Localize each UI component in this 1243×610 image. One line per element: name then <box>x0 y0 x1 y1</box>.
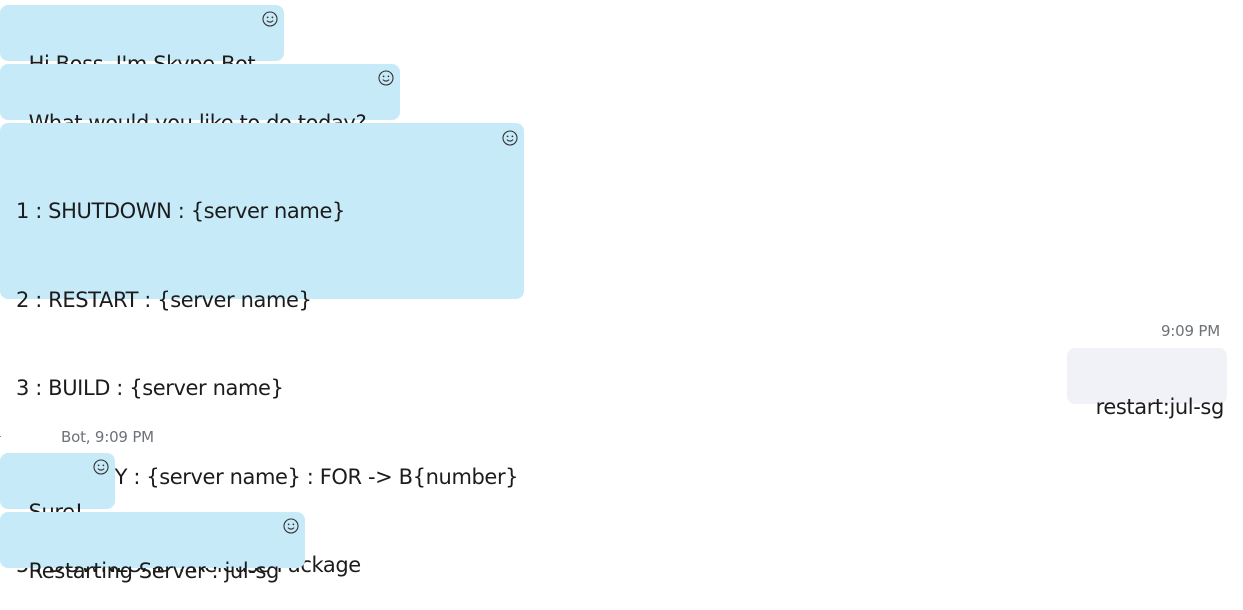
message-bubble-bot[interactable]: Hi Boss. I'm Skype Bot <box>0 5 284 76</box>
message-text: restart:jul-sg <box>1095 394 1225 419</box>
message-bubble-self[interactable]: restart:jul-sg <box>1067 348 1227 419</box>
menu-option-shutdown: 1 : SHUTDOWN : {server name} <box>16 199 345 223</box>
message-bubble-bot[interactable]: What would you like to do today? <box>0 64 400 135</box>
reaction-smiley-icon[interactable] <box>283 518 299 534</box>
sender-header: Bot, 9:09 PM <box>61 428 154 446</box>
message-bubble-menu[interactable]: 1 : SHUTDOWN : {server name} 2 : RESTART… <box>0 123 524 577</box>
message-bubble-bot[interactable]: Restarting Server : jul-sg <box>0 512 305 583</box>
reaction-smiley-icon[interactable] <box>262 11 278 27</box>
reaction-smiley-icon[interactable] <box>502 130 518 146</box>
menu-option-restart: 2 : RESTART : {server name} <box>16 287 312 312</box>
reaction-smiley-icon[interactable] <box>93 459 109 475</box>
message-text: Restarting Server : jul-sg <box>28 558 280 583</box>
menu-option-build: 3 : BUILD : {server name} <box>16 376 284 400</box>
reaction-smiley-icon[interactable] <box>378 70 394 86</box>
divider-tick <box>0 436 1 437</box>
message-timestamp: 9:09 PM <box>1160 322 1220 340</box>
